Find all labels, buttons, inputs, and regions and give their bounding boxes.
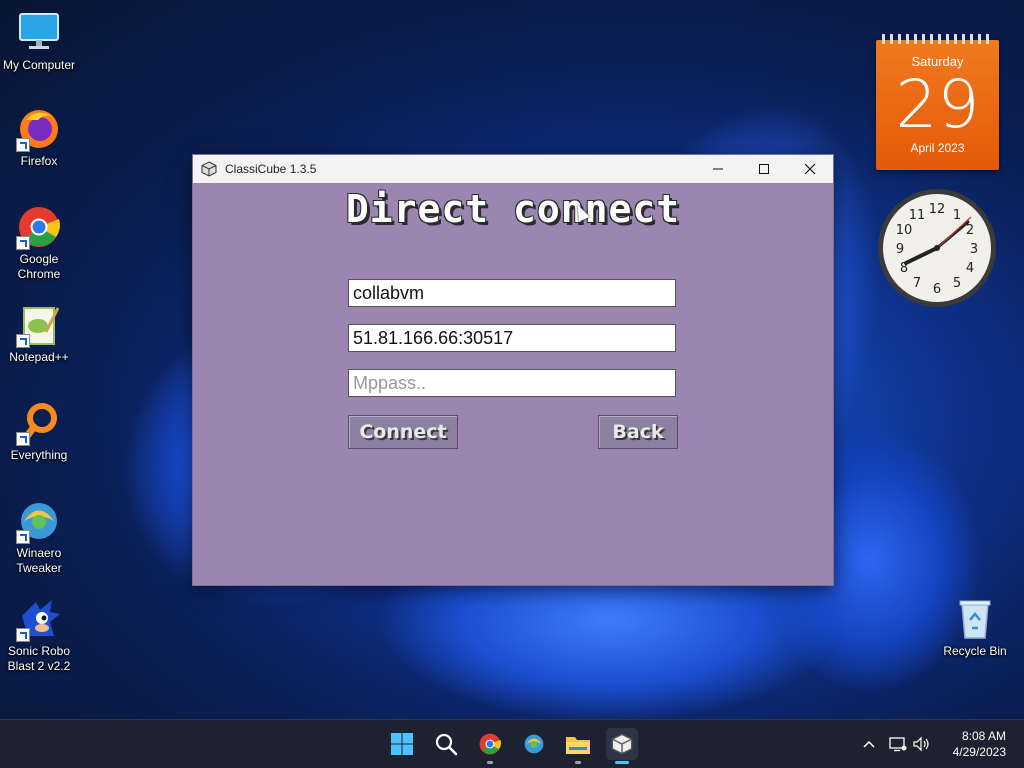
desktop-icon-everything[interactable]: Everything <box>0 400 78 463</box>
maximize-icon <box>759 164 769 174</box>
svg-text:10: 10 <box>896 223 913 238</box>
taskbar-file-explorer-button[interactable] <box>562 728 594 764</box>
calendar-gadget[interactable]: Saturday 29 April 2023 <box>876 34 999 170</box>
mppass-input[interactable] <box>348 369 676 397</box>
volume-icon <box>913 736 929 752</box>
shortcut-arrow-icon <box>16 334 30 348</box>
svg-text:11: 11 <box>909 208 926 223</box>
desktop-icon-label: Winaero Tweaker <box>16 546 62 575</box>
close-button[interactable] <box>787 155 833 183</box>
desktop-icon-label: Sonic Robo Blast 2 v2.2 <box>7 644 71 673</box>
classicube-icon <box>611 733 633 755</box>
desktop-icon-label: Recycle Bin <box>943 644 1007 658</box>
taskbar-date: 4/29/2023 <box>952 745 1006 759</box>
desktop-icon-recycle-bin[interactable]: Recycle Bin <box>936 596 1014 659</box>
svg-text:7: 7 <box>913 276 921 291</box>
svg-text:12: 12 <box>929 202 946 217</box>
start-button[interactable] <box>386 728 418 760</box>
close-icon <box>804 163 816 175</box>
start-icon <box>391 733 413 755</box>
svg-text:1: 1 <box>953 208 961 223</box>
svg-text:4: 4 <box>966 261 974 276</box>
svg-text:2: 2 <box>966 223 974 238</box>
chevron-up-icon <box>863 740 875 748</box>
edge-icon <box>524 734 544 754</box>
calendar-rings <box>882 34 993 44</box>
window-title: ClassiCube 1.3.5 <box>225 162 317 176</box>
calendar-date: 29 <box>895 66 980 143</box>
taskbar-clock[interactable]: 8:08 AM 4/29/2023 <box>953 728 1006 760</box>
winaero-tweaker-icon <box>16 498 62 544</box>
shortcut-arrow-icon <box>16 138 30 152</box>
back-button[interactable]: Back <box>598 415 678 449</box>
firefox-icon <box>16 106 62 152</box>
desktop-icon-label: Everything <box>10 448 68 462</box>
everything-search-icon <box>16 400 62 446</box>
search-icon <box>435 733 458 756</box>
shortcut-arrow-icon <box>16 236 30 250</box>
taskbar: 8:08 AM 4/29/2023 <box>0 719 1024 768</box>
desktop-icon-my-computer[interactable]: My Computer <box>0 10 78 73</box>
address-input[interactable] <box>348 324 676 352</box>
svg-text:3: 3 <box>970 242 978 257</box>
username-input[interactable] <box>348 279 676 307</box>
svg-text:9: 9 <box>896 242 904 257</box>
taskbar-chrome-button[interactable] <box>474 728 506 764</box>
svg-text:5: 5 <box>953 276 961 291</box>
sonic-icon <box>16 596 62 642</box>
chrome-icon <box>479 733 501 755</box>
running-indicator <box>487 761 493 764</box>
svg-text:6: 6 <box>933 282 941 297</box>
page-title: Direct connect <box>345 187 681 231</box>
shortcut-arrow-icon <box>16 530 30 544</box>
desktop-icon-winaero-tweaker[interactable]: Winaero Tweaker <box>0 498 78 576</box>
minimize-button[interactable] <box>695 155 741 183</box>
window-titlebar[interactable]: ClassiCube 1.3.5 <box>193 155 833 183</box>
file-explorer-icon <box>566 737 590 754</box>
minimize-icon <box>713 168 723 170</box>
network-icon <box>889 737 907 752</box>
clock-gadget[interactable]: 12 1 2 345 678 9 10 11 <box>876 187 998 309</box>
classicube-window: ClassiCube 1.3.5 Direct connect Connect … <box>192 154 834 586</box>
network-button[interactable] <box>886 736 910 752</box>
analog-clock-icon: 12 12 345 678 91011 <box>878 189 996 307</box>
desktop-icon-label: My Computer <box>2 58 76 72</box>
taskbar-edge-button[interactable] <box>518 728 550 760</box>
desktop-icon-notepadpp[interactable]: Notepad++ <box>0 302 78 365</box>
maximize-button[interactable] <box>741 155 787 183</box>
classicube-cube-icon <box>201 161 217 177</box>
calendar-month-year: April 2023 <box>910 141 965 155</box>
notepadpp-icon <box>16 302 62 348</box>
desktop-icon-chrome[interactable]: Google Chrome <box>0 204 78 282</box>
desktop-icon-label: Google Chrome <box>17 252 61 281</box>
monitor-icon <box>16 10 62 56</box>
system-tray <box>860 720 934 768</box>
running-indicator <box>575 761 581 764</box>
shortcut-arrow-icon <box>16 432 30 446</box>
connect-button[interactable]: Connect <box>348 415 458 449</box>
active-indicator <box>615 761 629 764</box>
recycle-bin-icon <box>952 596 998 642</box>
window-client-area: Direct connect Connect Back <box>193 183 833 585</box>
show-hidden-icons-button[interactable] <box>860 740 878 748</box>
taskbar-classicube-button[interactable] <box>606 728 638 764</box>
shortcut-arrow-icon <box>16 628 30 642</box>
taskbar-search-button[interactable] <box>430 728 462 760</box>
desktop-icon-label: Notepad++ <box>9 350 69 364</box>
chrome-icon <box>16 204 62 250</box>
desktop-icon-firefox[interactable]: Firefox <box>0 106 78 169</box>
desktop-icon-label: Firefox <box>20 154 58 168</box>
desktop-icon-sonic-robo-blast[interactable]: Sonic Robo Blast 2 v2.2 <box>0 596 78 674</box>
volume-button[interactable] <box>910 736 934 752</box>
taskbar-time: 8:08 AM <box>961 729 1006 743</box>
